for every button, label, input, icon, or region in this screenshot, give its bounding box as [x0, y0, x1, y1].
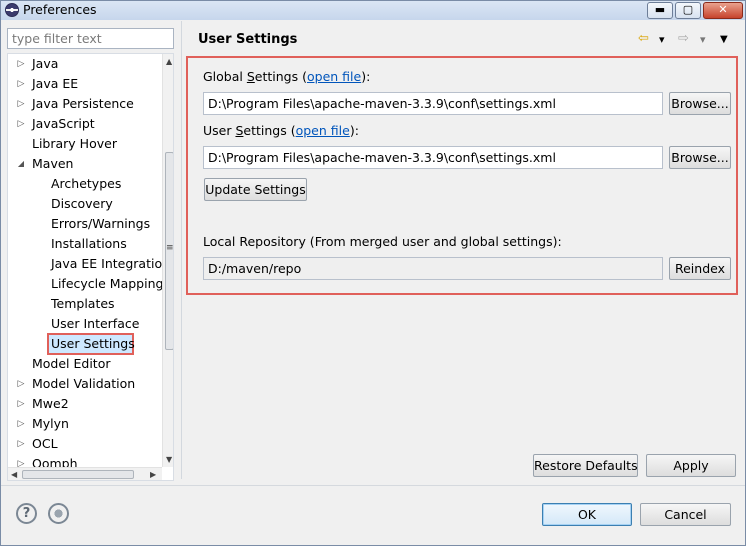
preferences-dialog: Preferences ▬ ▢ ✕ ▷ Java ▷ Java EE ▷ Java P… — [0, 0, 746, 546]
tree-item-label: Archetypes — [51, 176, 122, 191]
expand-arrow-icon[interactable]: ▷ — [16, 394, 26, 414]
collapse-arrow-icon[interactable]: ◢ — [16, 154, 26, 174]
back-menu-icon[interactable]: ▾ — [659, 33, 665, 46]
minimize-button[interactable]: ▬ — [647, 2, 673, 19]
user-settings-label: User Settings (open file): — [203, 123, 359, 138]
close-button[interactable]: ✕ — [703, 2, 743, 19]
apply-button[interactable]: Apply — [646, 454, 736, 477]
forward-arrow-icon[interactable]: ⇨ — [678, 31, 689, 46]
footer-divider — [1, 485, 745, 486]
global-settings-label: Global Settings (open file): — [203, 69, 371, 84]
user-open-file-link[interactable]: open file — [296, 123, 350, 138]
tree-item-label: User Settings — [51, 336, 135, 351]
eclipse-icon — [5, 3, 19, 17]
grip-icon: ≡ — [166, 243, 174, 253]
tree-horizontal-scrollbar[interactable]: ◀ ▶ — [8, 467, 162, 480]
tree-item-label: Model Editor — [32, 356, 111, 371]
reindex-button[interactable]: Reindex — [669, 257, 731, 280]
tree-item-label: Lifecycle Mapping — [51, 276, 164, 291]
scroll-left-icon[interactable]: ◀ — [11, 470, 17, 479]
back-arrow-icon[interactable]: ⇦ — [638, 31, 649, 46]
expand-arrow-icon[interactable]: ▷ — [16, 414, 26, 434]
page-title: User Settings — [198, 32, 298, 47]
tree-item-label: Maven — [32, 156, 74, 171]
local-repository-label: Local Repository (From merged user and g… — [203, 234, 562, 249]
tree-item-label: Mwe2 — [32, 396, 69, 411]
tree-item-label: Discovery — [51, 196, 113, 211]
help-icon[interactable]: ? — [16, 503, 37, 524]
expand-arrow-icon[interactable]: ▷ — [16, 74, 26, 94]
local-repository-path: D:/maven/repo — [203, 257, 663, 280]
restore-defaults-button[interactable]: Restore Defaults — [533, 454, 638, 477]
tree-item-label: OCL — [32, 436, 58, 451]
horizontal-scroll-thumb[interactable] — [22, 470, 134, 479]
expand-arrow-icon[interactable]: ▷ — [16, 94, 26, 114]
tree-item-label: Library Hover — [32, 136, 117, 151]
scroll-right-icon[interactable]: ▶ — [150, 470, 156, 479]
expand-arrow-icon[interactable]: ▷ — [16, 114, 26, 134]
expand-arrow-icon[interactable]: ▷ — [16, 434, 26, 454]
pane-divider[interactable] — [181, 21, 182, 479]
tree-item-label: User Interface — [51, 316, 140, 331]
window-title: Preferences — [23, 2, 97, 17]
update-settings-button[interactable]: Update Settings — [204, 178, 307, 201]
maximize-button[interactable]: ▢ — [675, 2, 701, 19]
tree-item-label: Templates — [51, 296, 115, 311]
user-settings-path-input[interactable]: D:\Program Files\apache-maven-3.3.9\conf… — [203, 146, 663, 169]
global-settings-path-input[interactable]: D:\Program Files\apache-maven-3.3.9\conf… — [203, 92, 663, 115]
global-open-file-link[interactable]: open file — [307, 69, 361, 84]
cancel-button[interactable]: Cancel — [640, 503, 731, 526]
scroll-down-icon[interactable]: ▼ — [166, 455, 172, 464]
scroll-up-icon[interactable]: ▲ — [166, 57, 172, 66]
tree-item-label: Java EE Integration — [51, 256, 171, 271]
tree-item-label: JavaScript — [32, 116, 95, 131]
view-menu-icon[interactable]: ▼ — [720, 34, 728, 45]
tree-item-label: Model Validation — [32, 376, 136, 391]
tree-item-label: Java — [32, 56, 59, 71]
tree-vertical-scrollbar[interactable]: ▲ ≡ ▼ — [162, 54, 174, 467]
user-browse-button[interactable]: Browse... — [669, 146, 731, 169]
title-bar: Preferences ▬ ▢ ✕ — [1, 1, 745, 20]
tree-item-label: Errors/Warnings — [51, 216, 151, 231]
tree-item-label: Java Persistence — [32, 96, 134, 111]
expand-arrow-icon[interactable]: ▷ — [16, 54, 26, 74]
ok-button[interactable]: OK — [542, 503, 632, 526]
tree-item-label: Mylyn — [32, 416, 69, 431]
forward-menu-icon[interactable]: ▾ — [700, 33, 706, 46]
filter-input[interactable] — [7, 28, 174, 49]
tree-item-label: Installations — [51, 236, 127, 251]
global-browse-button[interactable]: Browse... — [669, 92, 731, 115]
tips-icon[interactable] — [48, 503, 69, 524]
preference-tree: ▷ Java ▷ Java EE ▷ Java Persistence ▷ JavaSc… — [7, 53, 174, 481]
tree-item-label: Java EE — [32, 76, 79, 91]
vertical-scroll-thumb[interactable]: ≡ — [165, 152, 174, 350]
expand-arrow-icon[interactable]: ▷ — [16, 374, 26, 394]
